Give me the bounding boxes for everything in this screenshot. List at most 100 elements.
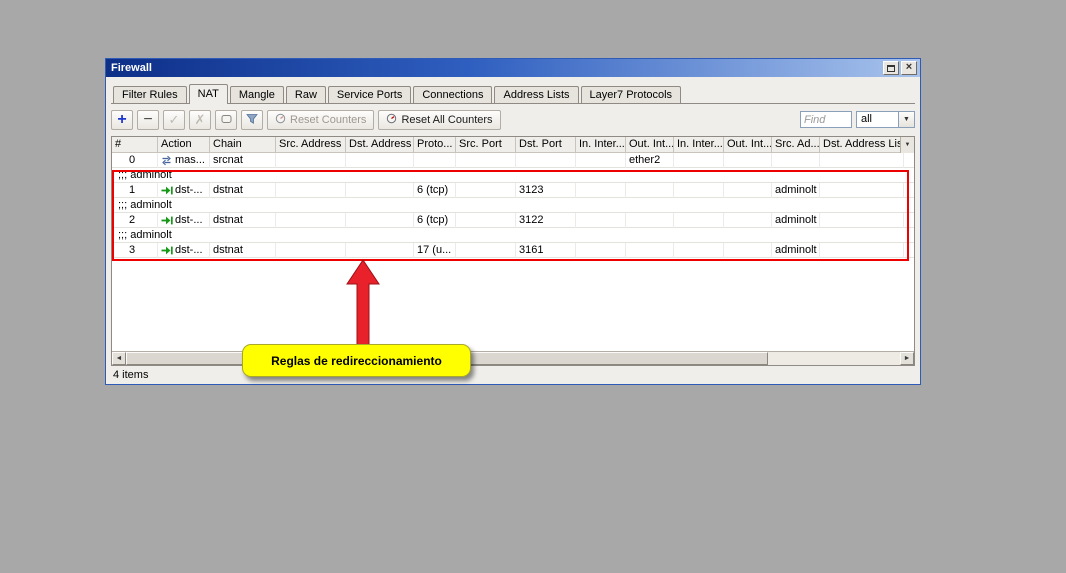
cell-src_address [276,243,346,258]
table-body: 0mas...srcnatether2;;; adminolt1dst-...d… [112,153,914,351]
cell-text: 0 [129,154,135,166]
tab-connections[interactable]: Connections [413,86,492,103]
column-header-dst_port[interactable]: Dst. Port [516,137,576,152]
cell-dst_port: 3161 [516,243,576,258]
maximize-button[interactable] [883,61,899,75]
rule-row[interactable]: 3dst-...dstnat17 (u...3161adminolt [112,243,914,258]
tab-filter-rules[interactable]: Filter Rules [113,86,187,103]
cell-action: dst-... [158,243,210,258]
cell-dst_port [516,153,576,168]
remove-button[interactable]: − [137,110,159,130]
titlebar[interactable]: Firewall × [106,59,920,77]
maximize-icon [887,65,895,72]
column-header-action[interactable]: Action [158,137,210,152]
cell-src_address [276,153,346,168]
comment-row[interactable]: ;;; adminolt [112,228,914,243]
cell-text: dstnat [213,184,243,196]
tab-layer7-protocols[interactable]: Layer7 Protocols [581,86,682,103]
comment-row[interactable]: ;;; adminolt [112,198,914,213]
close-button[interactable]: × [901,61,917,75]
counter-icon [386,113,397,127]
column-header-num[interactable]: # [112,137,158,152]
column-header-protocol[interactable]: Proto... [414,137,456,152]
column-header-out_interface[interactable]: Out. Int... [626,137,674,152]
comment-button[interactable] [215,110,237,130]
cell-dst_address_list [820,183,904,198]
cell-dst_address [346,243,414,258]
filter-dropdown-value: all [856,111,898,128]
column-header-dst_address[interactable]: Dst. Address [346,137,414,152]
cell-out_interface_list [724,243,772,258]
find-input[interactable] [800,111,852,128]
scrollbar-track[interactable] [768,352,900,365]
filter-button[interactable] [241,110,263,130]
reset-all-counters-button[interactable]: Reset All Counters [378,110,500,130]
cell-src_address_list: adminolt [772,183,820,198]
reset-counters-button[interactable]: Reset Counters [267,110,374,130]
scroll-left-button[interactable]: ◄ [112,352,126,365]
cell-out_interface [626,213,674,228]
cell-dst_address_list [820,243,904,258]
enable-button[interactable]: ✓ [163,110,185,130]
horizontal-scrollbar[interactable]: ◄ ► [112,351,914,365]
rule-comment: ;;; adminolt [112,229,172,241]
column-selector-button[interactable]: ▼ [900,137,914,153]
cell-text: dstnat [213,214,243,226]
disable-button[interactable]: ✗ [189,110,211,130]
cell-text: dst-... [175,214,203,226]
masquerade-icon [161,155,173,166]
tab-nat[interactable]: NAT [189,84,228,104]
cell-src_address [276,183,346,198]
column-header-chain[interactable]: Chain [210,137,276,152]
close-icon: × [906,62,912,73]
tab-raw[interactable]: Raw [286,86,326,103]
cell-dst_address [346,213,414,228]
rule-row[interactable]: 2dst-...dstnat6 (tcp)3122adminolt [112,213,914,228]
column-header-dst_address_list[interactable]: Dst. Address Lis [820,137,904,152]
comment-row[interactable]: ;;; adminolt [112,168,914,183]
cell-out_interface [626,183,674,198]
cell-text: dstnat [213,244,243,256]
window-title: Firewall [111,62,152,74]
rule-comment: ;;; adminolt [112,169,172,181]
cell-action: dst-... [158,213,210,228]
cell-text: 2 [129,214,135,226]
cell-dst_port: 3123 [516,183,576,198]
cell-num: 0 [112,153,158,168]
cell-src_port [456,213,516,228]
dst-nat-icon [161,185,173,196]
cell-text: 3123 [519,184,543,196]
cell-text: ether2 [629,154,660,166]
column-header-src_address_list[interactable]: Src. Ad... [772,137,820,152]
scroll-right-button[interactable]: ► [900,352,914,365]
reset-all-counters-label: Reset All Counters [401,114,492,126]
dst-nat-icon [161,245,173,256]
rule-row[interactable]: 1dst-...dstnat6 (tcp)3123adminolt [112,183,914,198]
filter-dropdown[interactable]: all ▼ [856,111,915,128]
column-header-src_address[interactable]: Src. Address [276,137,346,152]
cell-num: 1 [112,183,158,198]
cell-out_interface [626,243,674,258]
cell-dst_address [346,153,414,168]
filter-dropdown-button[interactable]: ▼ [898,111,915,128]
tab-service-ports[interactable]: Service Ports [328,86,411,103]
cell-in_interface [576,183,626,198]
column-header-src_port[interactable]: Src. Port [456,137,516,152]
cell-protocol: 17 (u... [414,243,456,258]
tab-mangle[interactable]: Mangle [230,86,284,103]
rule-row[interactable]: 0mas...srcnatether2 [112,153,914,168]
column-header-in_interface[interactable]: In. Inter... [576,137,626,152]
cell-chain: dstnat [210,213,276,228]
rule-comment: ;;; adminolt [112,199,172,211]
cell-chain: dstnat [210,243,276,258]
status-bar: 4 items [106,366,920,384]
dst-nat-icon [161,215,173,226]
chevron-down-icon: ▼ [903,116,910,123]
annotation-callout-label: Reglas de redireccionamiento [271,354,442,368]
tab-address-lists[interactable]: Address Lists [494,86,578,103]
column-header-out_interface_list[interactable]: Out. Int... [724,137,772,152]
column-header-in_interface_list[interactable]: In. Inter... [674,137,724,152]
cell-text: adminolt [775,214,817,226]
cell-protocol: 6 (tcp) [414,213,456,228]
add-button[interactable]: + [111,110,133,130]
